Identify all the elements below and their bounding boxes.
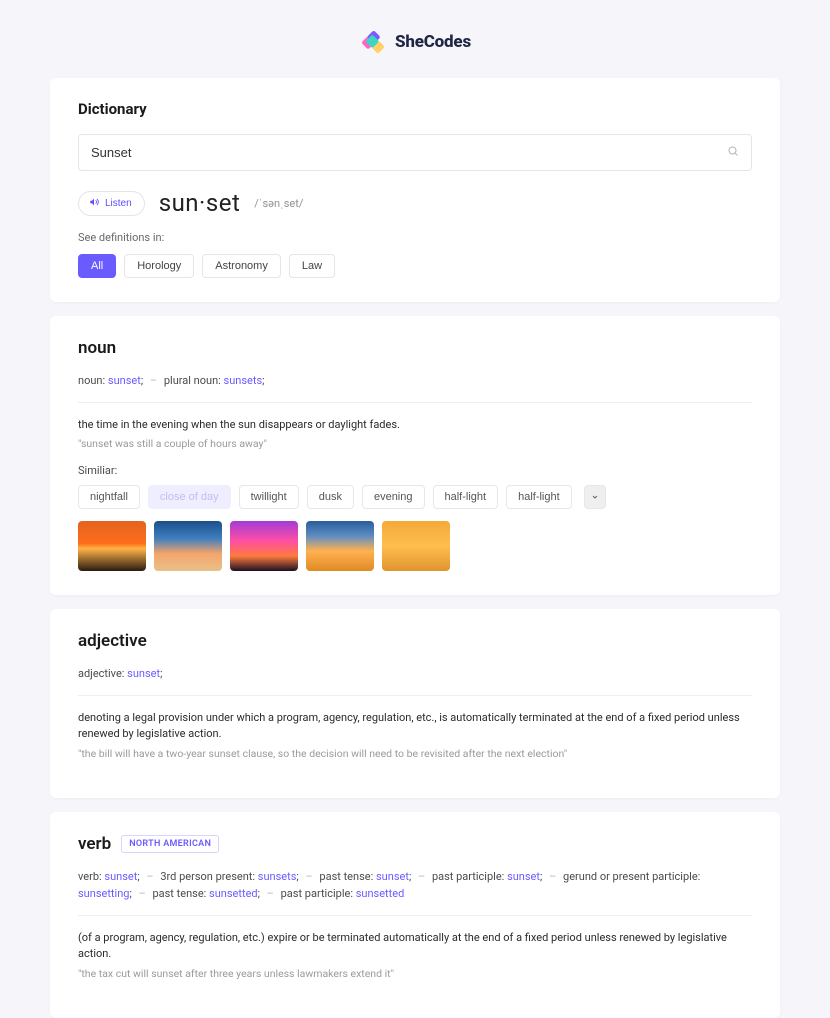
word-form-link[interactable]: sunsetting <box>78 887 129 900</box>
search-card: Dictionary Listen sun·set /ˈsənˌset/ See… <box>50 78 780 302</box>
brand-logo-icon <box>359 28 387 56</box>
word-form-link[interactable]: sunset <box>104 870 137 883</box>
word-form-link[interactable]: sunsetted <box>209 887 258 900</box>
search-icon <box>727 145 739 160</box>
similar-words: nightfall close of day twillight dusk evenin… <box>78 485 752 509</box>
similar-chip[interactable]: nightfall <box>78 485 140 509</box>
brand: SheCodes <box>50 28 780 56</box>
similar-chip[interactable]: half-light <box>506 485 572 509</box>
image-thumbnail[interactable] <box>230 521 298 571</box>
pos-label: verb <box>78 834 111 854</box>
filter-law[interactable]: Law <box>289 254 335 278</box>
word-form-link[interactable]: sunset <box>507 870 540 883</box>
definition-text: (of a program, agency, regulation, etc.)… <box>78 930 752 963</box>
word-form-link[interactable]: sunset <box>376 870 409 883</box>
definition-filters: All Horology Astronomy Law <box>78 254 752 278</box>
similar-chip[interactable]: twillight <box>239 485 299 509</box>
image-thumbnails <box>78 521 752 571</box>
word-form-link[interactable]: sunset <box>108 374 141 387</box>
search-input[interactable] <box>91 145 727 160</box>
entry-adjective: adjective adjective: sunset; denoting a le… <box>50 609 780 798</box>
brand-name: SheCodes <box>395 32 471 52</box>
listen-button[interactable]: Listen <box>78 191 145 216</box>
listen-label: Listen <box>105 198 132 209</box>
see-definitions-label: See definitions in: <box>78 231 752 244</box>
page-title: Dictionary <box>78 100 752 118</box>
image-thumbnail[interactable] <box>78 521 146 571</box>
word-form-link[interactable]: sunsets <box>224 374 263 387</box>
volume-icon <box>89 197 99 210</box>
definition-text: the time in the evening when the sun dis… <box>78 417 752 434</box>
entry-noun: noun noun: sunset; – plural noun: sunsets… <box>50 316 780 595</box>
pos-label: noun <box>78 338 116 358</box>
word-forms: verb: sunset; – 3rd person present: suns… <box>78 868 752 903</box>
similar-chip[interactable]: half-light <box>433 485 499 509</box>
expand-similar-button[interactable] <box>584 485 606 509</box>
headword: sun·set <box>159 189 241 217</box>
filter-astronomy[interactable]: Astronomy <box>202 254 281 278</box>
filter-horology[interactable]: Horology <box>124 254 194 278</box>
filter-all[interactable]: All <box>78 254 116 278</box>
image-thumbnail[interactable] <box>306 521 374 571</box>
example-text: "the tax cut will sunset after three yea… <box>78 967 752 980</box>
region-badge: NORTH AMERICAN <box>121 835 219 853</box>
pronunciation: /ˈsənˌset/ <box>254 197 303 210</box>
image-thumbnail[interactable] <box>154 521 222 571</box>
entry-verb: verb NORTH AMERICAN verb: sunset; – 3rd pe… <box>50 812 780 1018</box>
pos-label: adjective <box>78 631 147 651</box>
similar-chip[interactable]: close of day <box>148 485 231 509</box>
example-text: "sunset was still a couple of hours away… <box>78 437 752 450</box>
example-text: "the bill will have a two-year sunset cl… <box>78 747 752 760</box>
similar-chip[interactable]: evening <box>362 485 425 509</box>
search-field-wrap[interactable] <box>78 134 752 171</box>
definition-text: denoting a legal provision under which a… <box>78 710 752 743</box>
word-form-link[interactable]: sunset <box>127 667 160 680</box>
word-form-link[interactable]: sunsetted <box>356 887 405 900</box>
word-forms: adjective: sunset; <box>78 665 752 683</box>
image-thumbnail[interactable] <box>382 521 450 571</box>
similar-label: Similiar: <box>78 464 752 477</box>
similar-chip[interactable]: dusk <box>307 485 354 509</box>
word-form-link[interactable]: sunsets <box>258 870 297 883</box>
word-forms: noun: sunset; – plural noun: sunsets; <box>78 372 752 390</box>
